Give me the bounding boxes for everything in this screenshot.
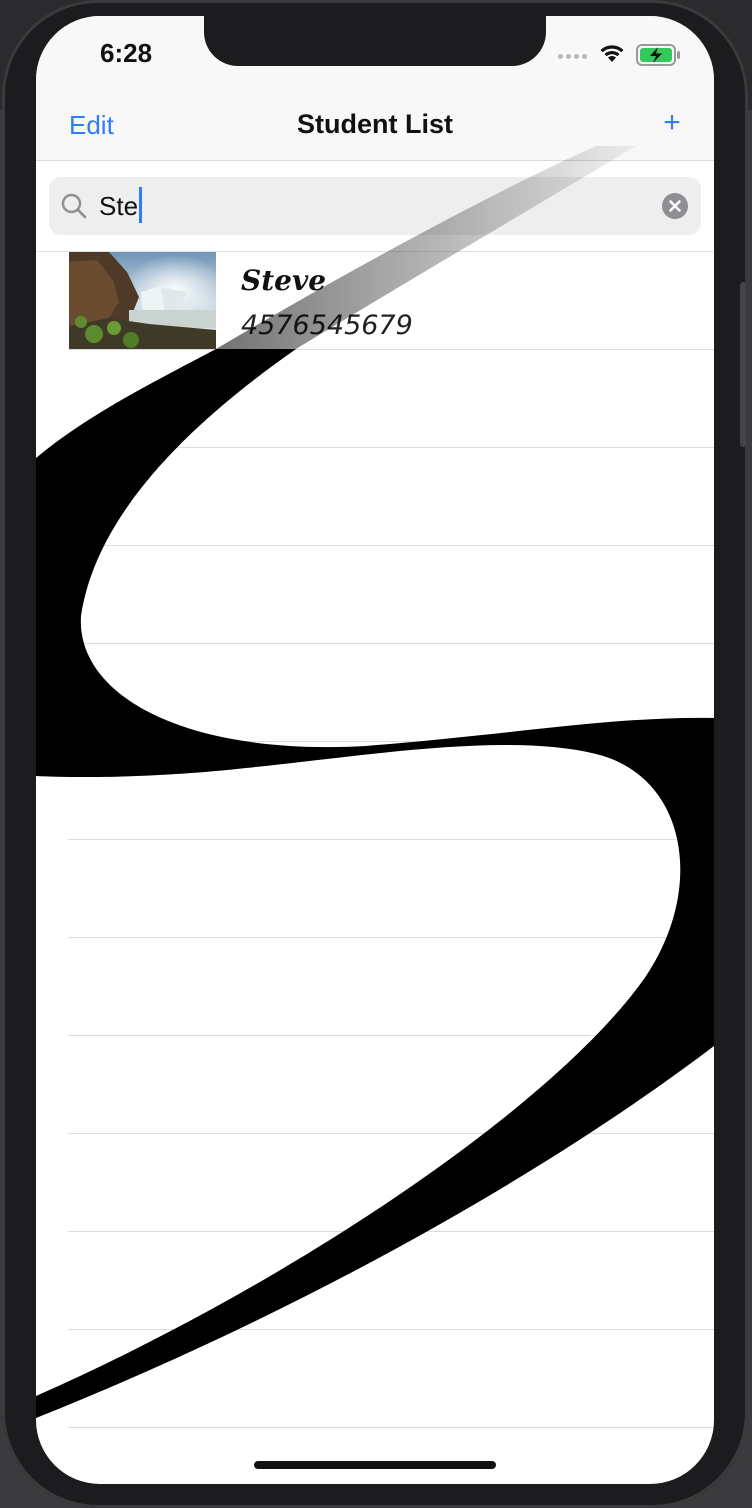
battery-charging-icon — [636, 44, 680, 66]
page-title: Student List — [297, 109, 453, 139]
search-icon — [61, 193, 87, 219]
search-bar-container: Ste — [36, 161, 714, 252]
wifi-icon — [600, 45, 624, 62]
clear-icon[interactable] — [662, 193, 688, 219]
empty-row — [36, 1232, 714, 1330]
empty-row — [36, 644, 714, 742]
empty-row — [36, 448, 714, 546]
empty-row — [36, 840, 714, 938]
notch — [204, 16, 546, 66]
empty-row — [36, 1036, 714, 1134]
empty-row — [36, 1428, 714, 1484]
empty-row — [36, 1134, 714, 1232]
empty-row — [36, 546, 714, 644]
empty-row — [36, 1330, 714, 1428]
table-row[interactable]: Steve 4576545679 — [36, 252, 714, 350]
side-button — [740, 282, 746, 447]
phone-screen: 6:28 Edit Student List + Ste Steve 45765… — [36, 16, 714, 1484]
empty-row — [36, 742, 714, 840]
status-time: 6:28 — [100, 38, 153, 68]
cellular-dots-icon — [558, 54, 587, 59]
search-input[interactable]: Ste — [49, 177, 701, 235]
add-student-button[interactable]: + — [660, 106, 684, 140]
student-name: Steve — [241, 264, 327, 297]
student-phone: 4576545679 — [241, 310, 413, 341]
search-query-text: Ste — [99, 191, 139, 221]
text-cursor — [139, 187, 142, 223]
empty-row — [36, 938, 714, 1036]
home-indicator[interactable] — [254, 1461, 496, 1469]
phone-frame: 6:28 Edit Student List + Ste Steve 45765… — [2, 0, 748, 1508]
student-photo — [69, 252, 216, 350]
empty-row — [36, 350, 714, 448]
